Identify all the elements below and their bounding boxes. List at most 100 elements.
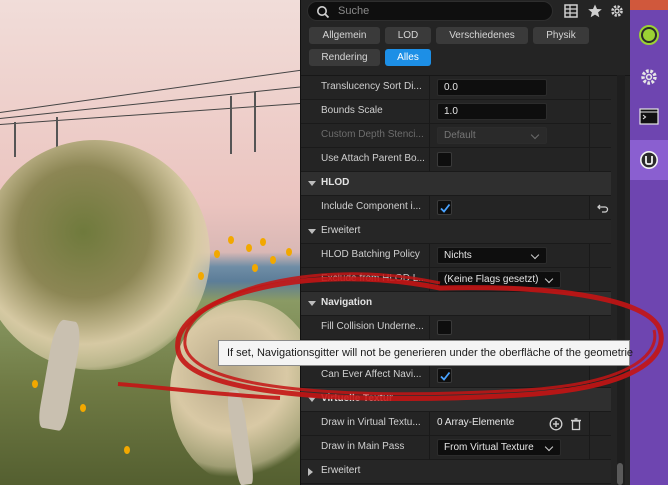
chevron-down-icon [530,130,540,140]
flower [260,238,266,246]
use-attach-parent-checkbox[interactable] [437,152,452,167]
navigation-tooltip: If set, Navigationsgitter will not be ge… [218,340,633,366]
collapse-triangle-icon [308,301,316,306]
filter-allgemein-button[interactable]: Allgemein [309,27,380,44]
section-title: HLOD [321,177,350,188]
tree-canopy [0,140,210,370]
unreal-logo-icon [640,151,658,169]
property-label: Include Component i... [321,201,422,212]
section-title: Navigation [321,297,373,308]
scrollbar-thumb[interactable] [617,463,623,485]
sidebar-item-b[interactable] [630,17,668,57]
level-viewport[interactable] [0,0,300,485]
property-label: Use Attach Parent Bo... [321,153,425,164]
flower [32,380,38,388]
gear-icon[interactable] [609,3,625,19]
chevron-down-icon [544,274,554,284]
property-label: Custom Depth Stenci... [321,129,424,140]
property-row-can-ever-affect: Can Ever Affect Navi... [301,364,611,388]
section-hlod[interactable]: HLOD [301,172,611,196]
translucency-sort-input[interactable]: 0.0 [437,79,547,96]
flower [198,272,204,280]
filter-lod-button[interactable]: LOD [385,27,431,44]
flower [286,248,292,256]
filter-alles-button[interactable]: Alles [385,49,431,66]
search-icon [317,6,330,19]
collapse-triangle-icon [308,397,316,402]
reset-arrow-icon[interactable] [597,202,609,214]
property-label: Fill Collision Underne... [321,321,424,332]
property-list: Translucency Sort Di... 0.0 Bounds Scale… [301,75,631,485]
power-pole [14,122,16,157]
property-row-exclude-hlod: Exclude from HLOD L... (Keine Flags gese… [301,268,611,292]
custom-depth-dropdown: Default [437,127,547,144]
search-input[interactable]: Suche [307,1,553,21]
b-logo-icon [639,25,659,45]
property-row-include-component: Include Component i... [301,196,611,220]
check-icon [440,371,451,381]
star-icon[interactable] [587,3,603,19]
property-row-draw-virtual: Draw in Virtual Textu... 0 Array-Element… [301,412,611,436]
property-row-hlod-batching: HLOD Batching Policy Nichts [301,244,611,268]
sidebar-item-settings[interactable] [630,57,668,97]
gear-icon [641,69,657,85]
details-panel: Suche Allgemein LOD Verschiedenes Physik… [300,0,631,485]
power-pole [254,92,256,152]
section-title: Erweitert [321,225,361,236]
fill-collision-checkbox[interactable] [437,320,452,335]
flower [228,236,234,244]
property-label: Can Ever Affect Navi... [321,369,422,380]
flower [270,256,276,264]
property-row-use-attach-parent: Use Attach Parent Bo... [301,148,611,172]
right-sidebar [630,0,668,485]
section-virtuelle-textur[interactable]: Virtuelle Textur [301,388,611,412]
draw-main-pass-dropdown[interactable]: From Virtual Texture [437,439,561,456]
property-label: Bounds Scale [321,105,383,116]
section-navigation[interactable]: Navigation [301,292,611,316]
flower [214,250,220,258]
property-label: Draw in Main Pass [321,441,405,452]
property-row-fill-collision: Fill Collision Underne... [301,316,611,340]
hlod-batching-dropdown[interactable]: Nichts [437,247,547,264]
panel-scrollbar[interactable] [617,75,625,485]
search-placeholder: Suche [338,5,370,17]
property-row-draw-main-pass: Draw in Main Pass From Virtual Texture [301,436,611,460]
array-count-text: 0 Array-Elemente [437,417,515,428]
filter-physik-button[interactable]: Physik [533,27,589,44]
chevron-down-icon [544,442,554,452]
flower [252,264,258,272]
collapse-triangle-icon [308,229,316,234]
property-label: Draw in Virtual Textu... [321,417,421,428]
power-pole [230,96,232,154]
can-ever-affect-checkbox[interactable] [437,368,452,383]
expand-triangle-icon [308,468,313,476]
chevron-down-icon [530,250,540,260]
trash-icon[interactable] [569,417,583,431]
collapse-triangle-icon [308,181,316,186]
bounds-scale-input[interactable]: 1.0 [437,103,547,120]
include-component-checkbox[interactable] [437,200,452,215]
section-erweitert-collapsed[interactable]: Erweitert [301,460,611,484]
property-row-custom-depth: Custom Depth Stenci... Default [301,124,611,148]
property-row-translucency-sort: Translucency Sort Di... 0.0 [301,76,611,100]
section-title: Erweitert [321,465,361,476]
exclude-hlod-dropdown[interactable]: (Keine Flags gesetzt) [437,271,561,288]
sidebar-item-terminal[interactable] [630,98,668,138]
property-label: Translucency Sort Di... [321,81,422,92]
property-label: HLOD Batching Policy [321,249,420,260]
flower [246,244,252,252]
section-erweitert[interactable]: Erweitert [301,220,611,244]
section-title: Virtuelle Textur [321,393,393,404]
sidebar-item-unreal[interactable] [630,140,668,180]
check-icon [440,203,451,213]
filter-rendering-button[interactable]: Rendering [309,49,380,66]
table-icon[interactable] [563,3,579,19]
property-row-bounds-scale: Bounds Scale 1.0 [301,100,611,124]
flower [80,404,86,412]
terminal-icon [639,108,659,125]
add-element-icon[interactable] [549,417,563,431]
flower [124,446,130,454]
filter-verschiedenes-button[interactable]: Verschiedenes [436,27,528,44]
property-label: Exclude from HLOD L... [321,273,425,284]
sidebar-top-strip [630,0,668,10]
